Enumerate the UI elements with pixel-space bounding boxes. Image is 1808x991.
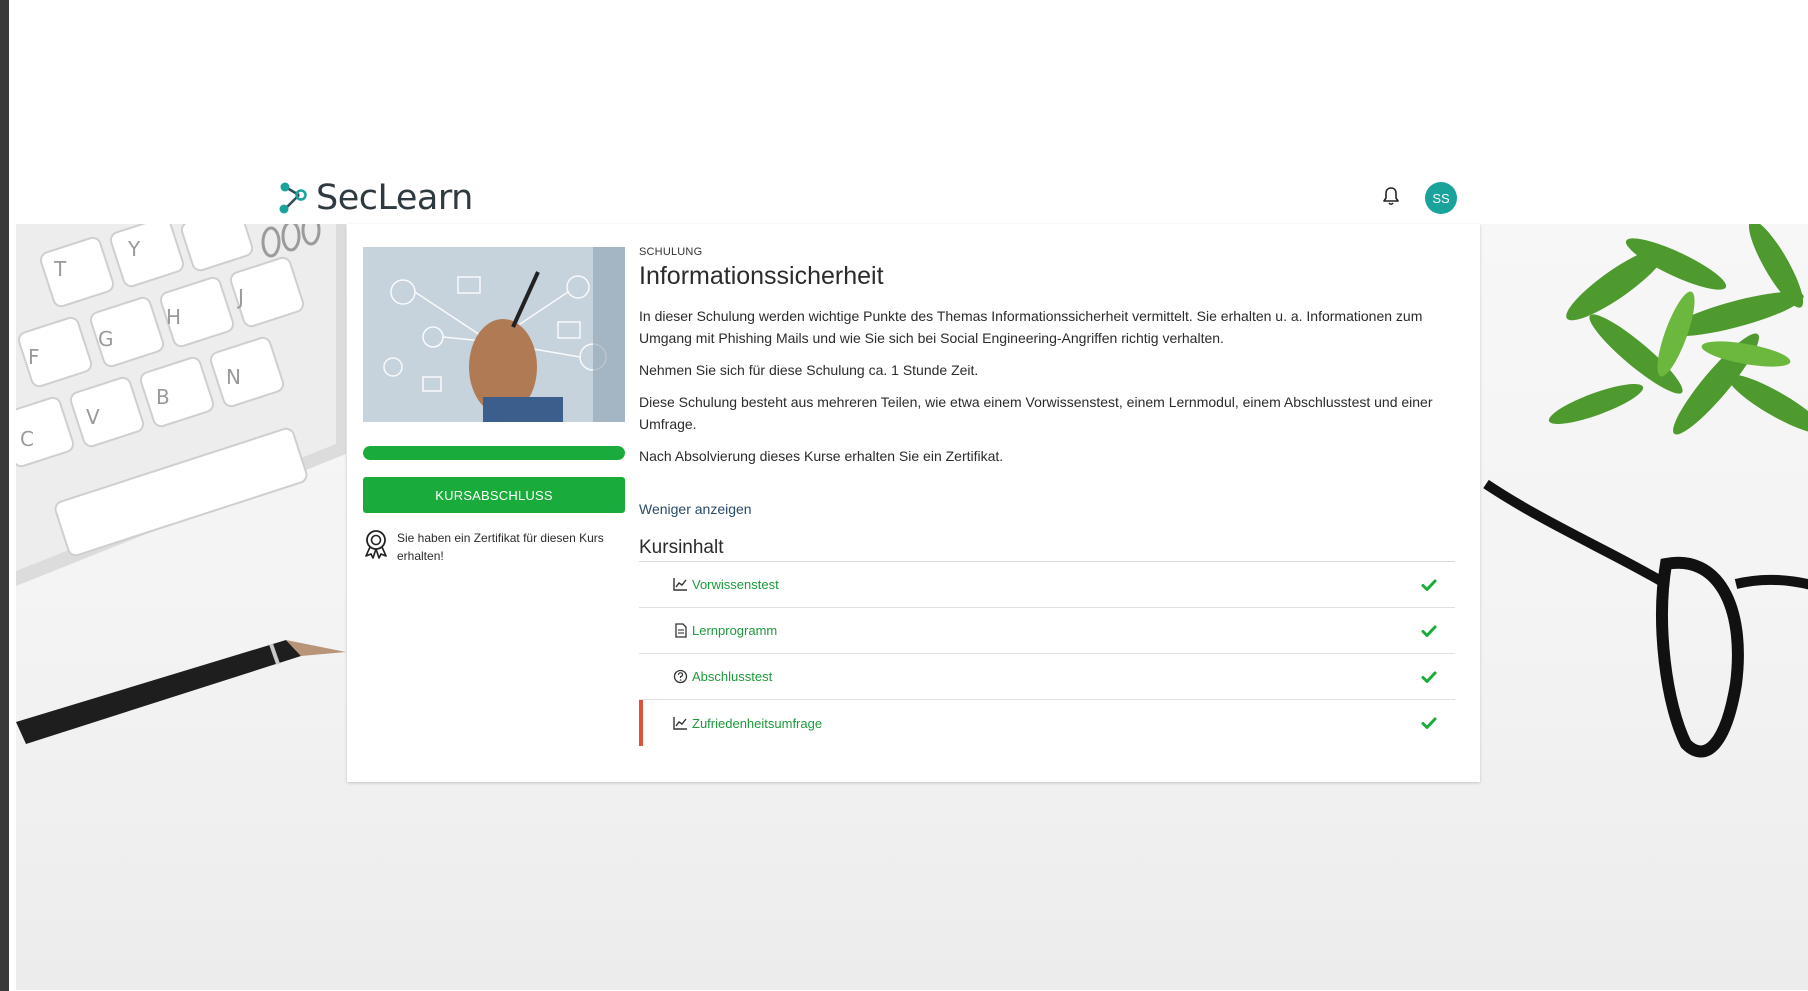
avatar-initials: SS	[1432, 190, 1450, 206]
svg-text:H: H	[166, 305, 181, 329]
check-icon	[1421, 579, 1437, 591]
window-left-edge	[0, 0, 9, 991]
svg-text:V: V	[86, 405, 100, 429]
content-item-label: Lernprogramm	[692, 623, 778, 638]
course-content-heading: Kursinhalt	[639, 537, 1455, 562]
content-item-lernprogramm[interactable]: Lernprogramm	[639, 608, 1455, 654]
show-less-link[interactable]: Weniger anzeigen	[639, 501, 752, 517]
content-item-label: Abschlusstest	[692, 669, 773, 684]
chart-line-icon	[673, 578, 687, 591]
description-paragraph: Diese Schulung besteht aus mehreren Teil…	[639, 394, 1433, 432]
description-paragraph: Nehmen Sie sich für diese Schulung ca. 1…	[639, 362, 979, 378]
svg-text:T: T	[53, 257, 67, 281]
chart-line-icon	[673, 716, 687, 730]
certificate-notice: Sie haben ein Zertifikat für diesen Kurs…	[363, 529, 625, 565]
pen-illustration	[16, 640, 346, 744]
keyboard-illustration: T Y G H J F V B N C	[16, 224, 346, 586]
document-icon	[675, 623, 687, 638]
content-item-label: Vorwissenstest	[692, 577, 779, 592]
course-progress-fill	[363, 446, 625, 460]
check-icon	[1421, 671, 1437, 683]
description-paragraph: Nach Absolvierung dieses Kurse erhalten …	[639, 448, 1004, 464]
course-category: SCHULUNG	[639, 246, 703, 258]
course-sidebar: KURSABSCHLUSS Sie haben ein Zertifikat f…	[363, 247, 625, 565]
check-icon	[1421, 717, 1437, 729]
svg-text:Y: Y	[127, 237, 141, 261]
user-avatar[interactable]: SS	[1425, 182, 1457, 214]
question-circle-icon	[673, 669, 688, 684]
check-icon	[1421, 625, 1437, 637]
svg-text:N: N	[226, 365, 241, 389]
course-details: SCHULUNG Informationssicherheit In diese…	[639, 246, 1455, 746]
svg-text:C: C	[20, 427, 34, 451]
svg-text:B: B	[156, 385, 170, 409]
course-image	[363, 247, 625, 422]
app-header: SecLearn SS	[0, 170, 1808, 226]
svg-text:J: J	[236, 285, 244, 309]
certificate-message: Sie haben ein Zertifikat für diesen Kurs…	[397, 531, 604, 563]
seclearn-logo-icon	[279, 182, 307, 214]
content-item-abschlusstest[interactable]: Abschlusstest	[639, 654, 1455, 700]
course-progress-bar	[363, 446, 625, 460]
glasses-illustration	[1483, 479, 1808, 758]
course-content-list: Vorwissenstest Lernprogramm Abschlusstes…	[639, 562, 1455, 746]
content-item-label: Zufriedenheitsumfrage	[692, 715, 823, 731]
course-image-illustration	[363, 247, 625, 422]
award-icon	[365, 530, 387, 559]
course-card: KURSABSCHLUSS Sie haben ein Zertifikat f…	[347, 224, 1480, 782]
content-item-zufriedenheitsumfrage[interactable]: Zufriedenheitsumfrage	[639, 700, 1455, 746]
course-complete-button[interactable]: KURSABSCHLUSS	[363, 477, 625, 513]
course-description: In dieser Schulung werden wichtige Punkt…	[639, 305, 1455, 467]
content-item-vorwissenstest[interactable]: Vorwissenstest	[639, 562, 1455, 608]
brand-logo[interactable]: SecLearn	[278, 178, 473, 218]
plant-illustration	[1548, 224, 1808, 435]
brand-name: SecLearn	[316, 178, 473, 218]
course-title: Informationssicherheit	[639, 262, 884, 290]
svg-text:F: F	[28, 345, 40, 369]
description-paragraph: In dieser Schulung werden wichtige Punkt…	[639, 308, 1423, 346]
bell-icon[interactable]	[1381, 185, 1401, 207]
svg-text:G: G	[98, 327, 114, 351]
